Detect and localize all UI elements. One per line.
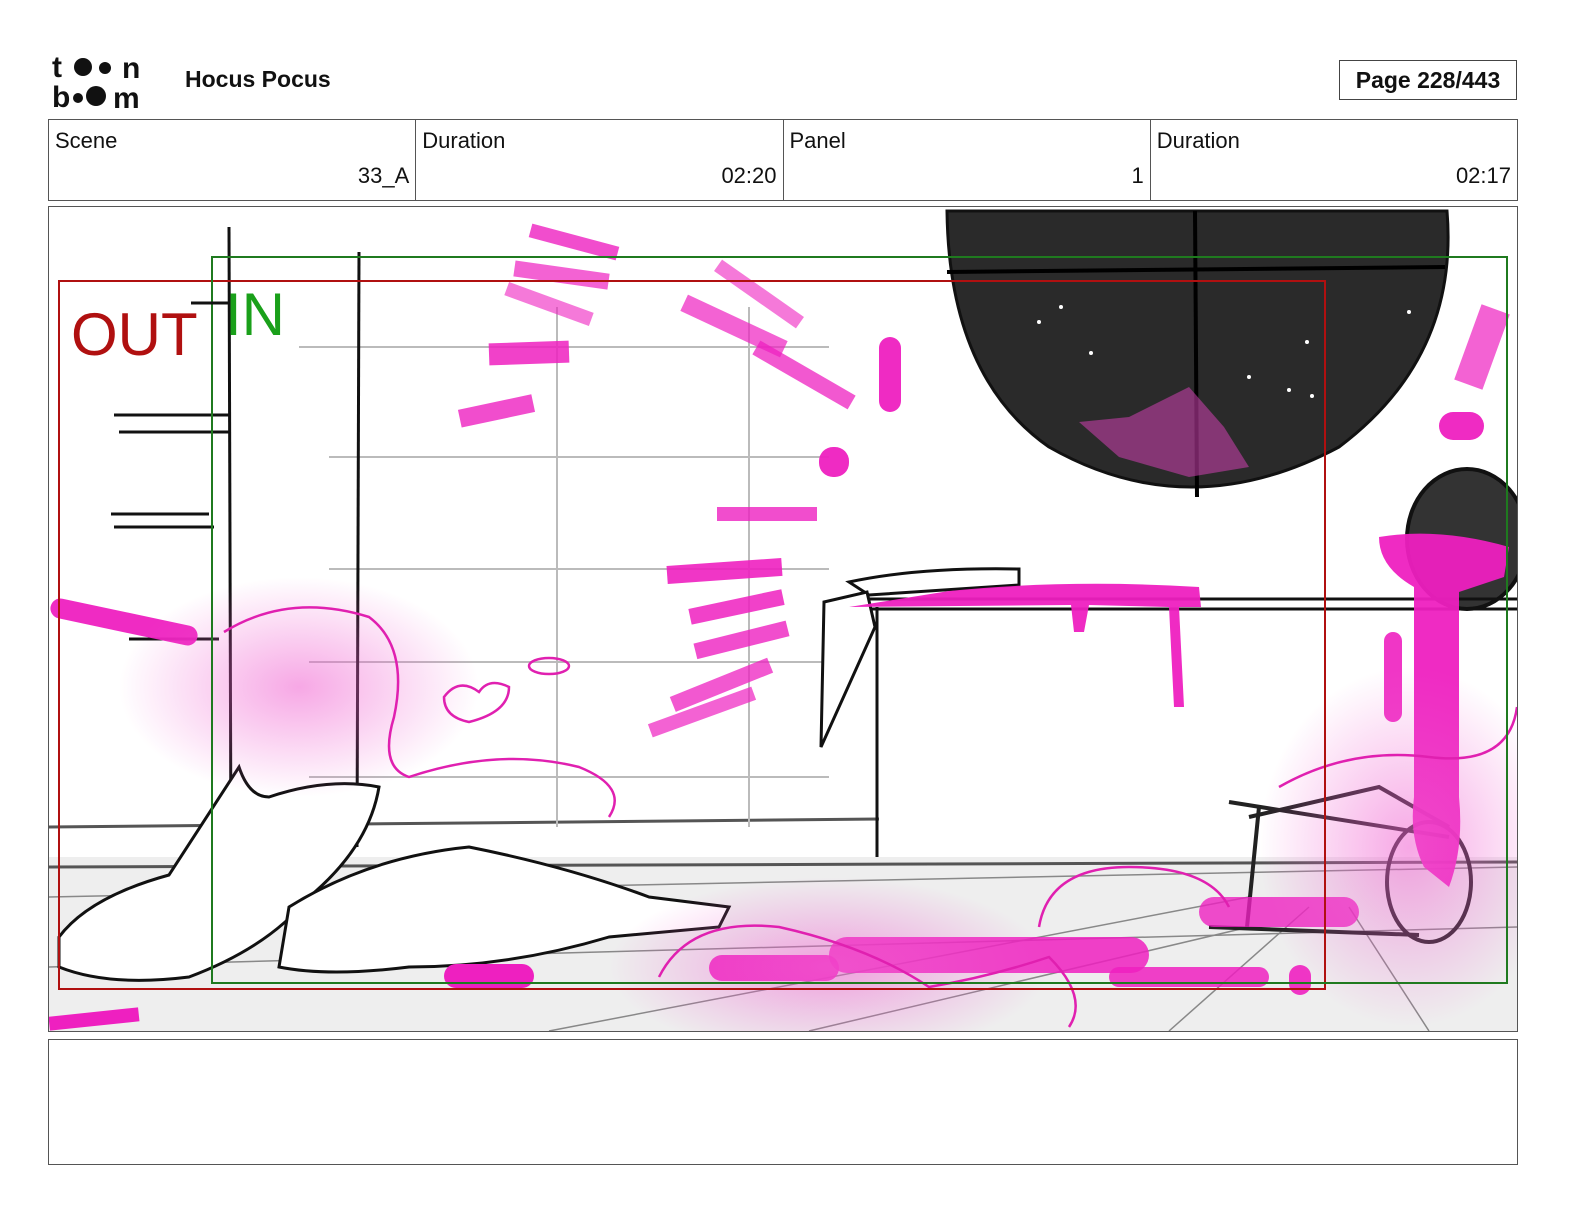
scene-duration-value: 02:20 — [721, 163, 777, 188]
svg-text:t: t — [52, 52, 62, 84]
out-label: OUT — [71, 301, 198, 368]
scene-duration-label: Duration — [422, 128, 506, 153]
storyboard-panel: OUT IN — [48, 206, 1518, 1032]
panel-value: 1 — [1131, 163, 1144, 188]
project-title: Hocus Pocus — [185, 66, 331, 92]
panel-cell: Panel 1 — [784, 120, 1151, 200]
svg-text:m: m — [113, 82, 140, 110]
svg-text:n: n — [122, 52, 140, 85]
round-window — [945, 209, 1450, 498]
scene-cell: Scene 33_A — [49, 120, 417, 200]
scene-info-table: Scene 33_A Duration 02:20 Panel 1 Durati… — [48, 119, 1518, 201]
panel-sketch: OUT IN — [49, 209, 1517, 1031]
panel-duration-cell: Duration 02:17 — [1151, 120, 1517, 200]
in-label: IN — [225, 281, 285, 348]
panel-duration-label: Duration — [1156, 128, 1240, 153]
toon-boom-logo: t n b m — [52, 52, 140, 110]
svg-text:b: b — [52, 81, 70, 110]
panel-notes-box[interactable] — [48, 1039, 1518, 1165]
scene-label: Scene — [55, 128, 118, 153]
panel-label: Panel — [789, 128, 846, 153]
page-number: Page 228/443 — [1339, 60, 1517, 100]
panel-duration-value: 02:17 — [1455, 163, 1511, 188]
scene-value: 33_A — [357, 163, 410, 188]
scene-duration-cell: Duration 02:20 — [416, 120, 784, 200]
